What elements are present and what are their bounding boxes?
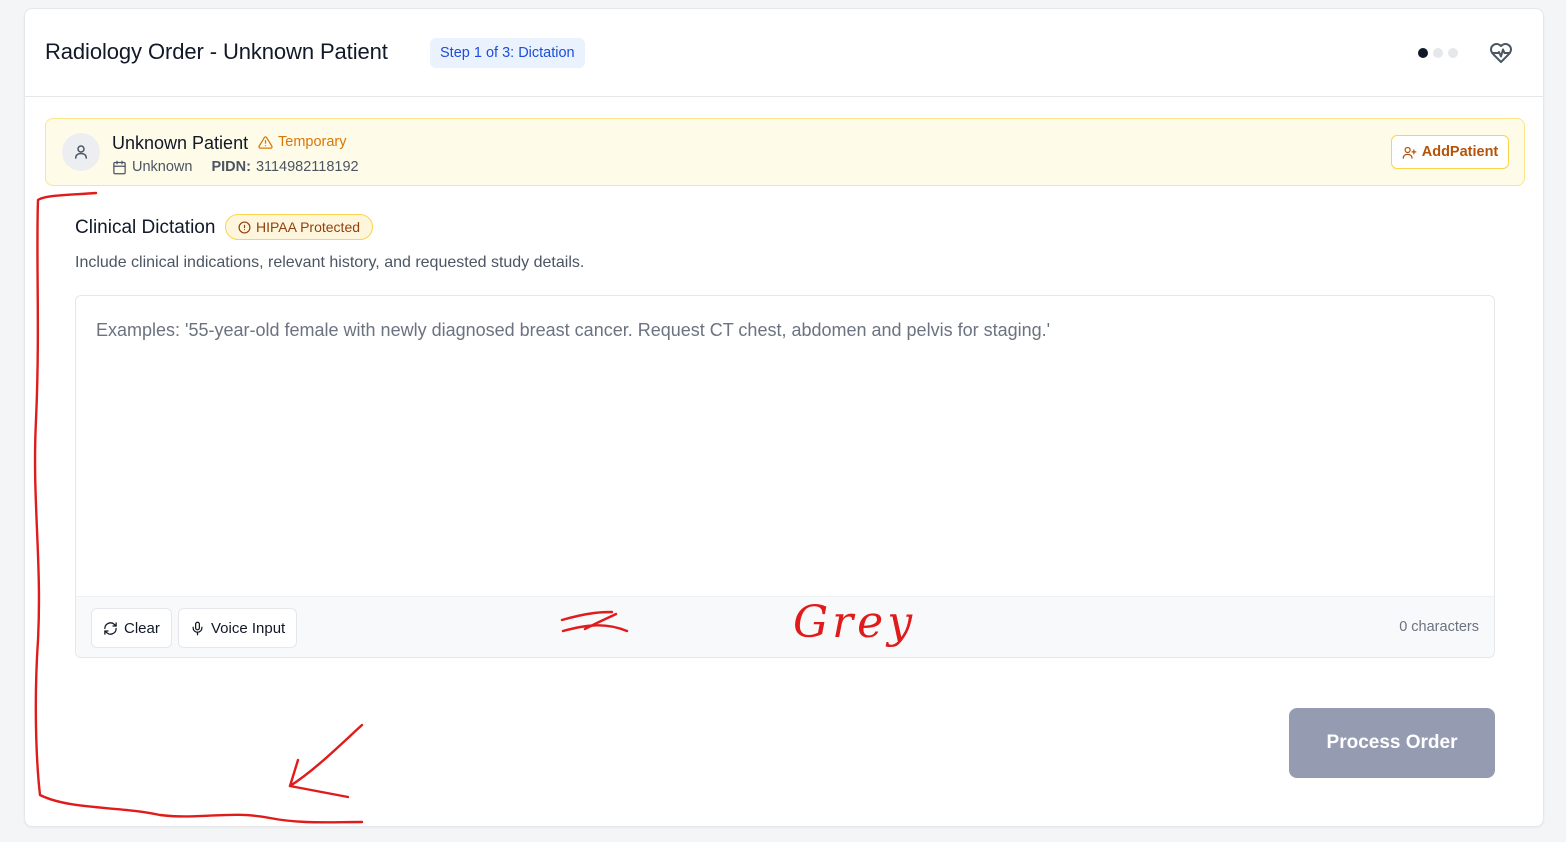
dictation-panel: Clinical Dictation HIPAA Protected Inclu…: [45, 197, 1525, 807]
card-header: Radiology Order - Unknown Patient Step 1…: [25, 9, 1543, 97]
pidn-label: PIDN:: [211, 159, 251, 175]
user-icon: [62, 133, 100, 171]
step-badge: Step 1 of 3: Dictation: [430, 38, 585, 68]
character-count: 0 characters: [1399, 619, 1479, 635]
clear-button[interactable]: Clear: [91, 608, 172, 648]
alert-circle-icon: [238, 220, 251, 234]
heart-pulse-icon[interactable]: [1487, 39, 1515, 67]
patient-name: Unknown Patient: [112, 133, 249, 153]
hipaa-label: HIPAA Protected: [256, 219, 361, 235]
temporary-label: Temporary: [278, 134, 347, 150]
dictation-box: Clear Voice Input 0 characters: [75, 295, 1495, 658]
process-order-button[interactable]: Process Order: [1289, 708, 1495, 778]
warning-triangle-icon: [258, 135, 273, 149]
voice-input-label: Voice Input: [211, 619, 286, 637]
section-title: Clinical Dictation: [75, 217, 216, 238]
patient-banner: Unknown Patient Temporary Unknown PIDN: …: [45, 118, 1525, 186]
add-patient-label: AddPatient: [1421, 144, 1499, 160]
step-dot-3: [1448, 48, 1458, 58]
patient-dob: Unknown: [132, 159, 193, 175]
dictation-toolbar: Clear Voice Input 0 characters: [76, 596, 1494, 657]
step-dot-2: [1433, 48, 1443, 58]
pidn-value: 3114982118192: [255, 159, 359, 175]
dictation-textarea[interactable]: [76, 296, 1494, 596]
microphone-icon: [192, 621, 203, 635]
clear-label: Clear: [124, 619, 160, 637]
section-description: Include clinical indications, relevant h…: [75, 254, 585, 271]
step-dot-1: [1418, 48, 1428, 58]
add-patient-button[interactable]: AddPatient: [1391, 135, 1509, 169]
hipaa-badge: HIPAA Protected: [225, 214, 374, 240]
calendar-icon: [113, 160, 126, 174]
temporary-badge: Temporary: [258, 134, 347, 150]
step-progress-dots: [1418, 48, 1458, 58]
user-plus-icon: [1402, 146, 1417, 159]
page-title: Radiology Order - Unknown Patient: [45, 39, 388, 64]
refresh-icon: [104, 621, 117, 635]
voice-input-button[interactable]: Voice Input: [178, 608, 298, 648]
order-card: Radiology Order - Unknown Patient Step 1…: [24, 8, 1544, 827]
patient-meta: Unknown PIDN: 3114982118192: [112, 159, 359, 175]
